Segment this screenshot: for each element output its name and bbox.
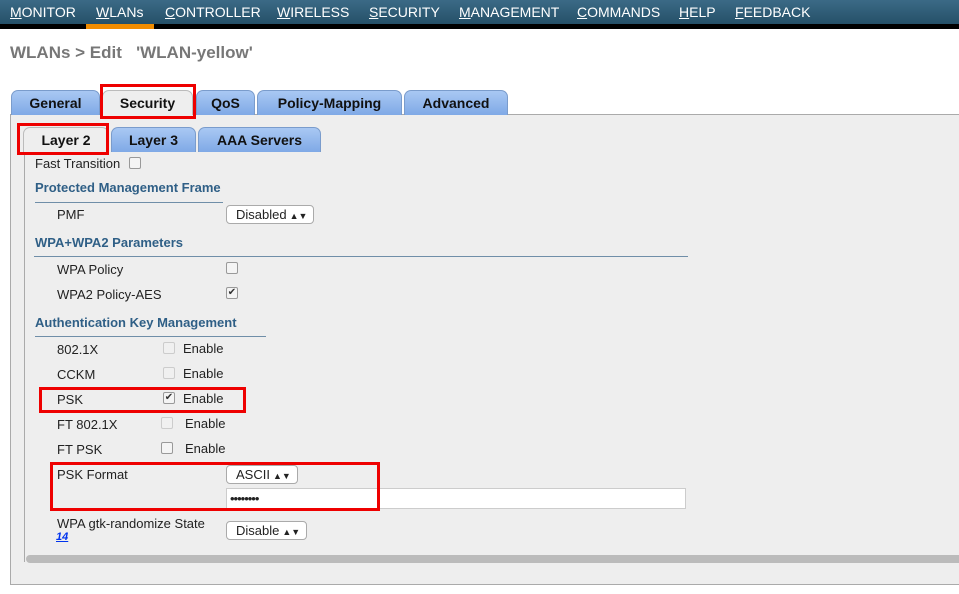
horizontal-scrollbar[interactable] xyxy=(26,555,959,563)
top-nav: MONITOR WLANs CONTROLLER WIRELESS SECURI… xyxy=(0,0,959,24)
highlight-psk-format xyxy=(50,462,380,511)
page-title: WLANs > Edit 'WLAN-yellow' xyxy=(10,43,253,62)
enable-label: Enable xyxy=(183,366,224,381)
nav-active-indicator xyxy=(86,24,154,29)
highlight-security-tab xyxy=(100,84,196,119)
divider xyxy=(35,202,223,203)
pmf-value: Disabled xyxy=(236,207,287,222)
divider xyxy=(35,336,266,337)
akm-ft-psk-checkbox[interactable] xyxy=(161,442,173,454)
akm-section-title: Authentication Key Management xyxy=(35,315,237,330)
tab-policy-mapping[interactable]: Policy-Mapping xyxy=(257,90,402,115)
wpa-policy-label: WPA Policy xyxy=(57,262,124,277)
gtk-randomize-select[interactable]: Disable ▲▼ xyxy=(226,521,308,540)
nav-feedback[interactable]: FEEDBACK xyxy=(735,4,810,20)
fast-transition-checkbox[interactable] xyxy=(129,157,141,169)
tab-general[interactable]: General xyxy=(11,90,100,115)
wpa2-policy-label: WPA2 Policy-AES xyxy=(57,287,162,302)
nav-commands[interactable]: COMMANDS xyxy=(577,4,660,20)
subtab-layer3[interactable]: Layer 3 xyxy=(111,127,196,152)
gtk-randomize-value: Disable xyxy=(236,523,280,538)
nav-help[interactable]: HELP xyxy=(679,4,716,20)
akm-cckm-label: CCKM xyxy=(57,367,96,382)
pmf-select[interactable]: Disabled ▲▼ xyxy=(226,205,315,224)
pmf-label: PMF xyxy=(57,207,85,222)
select-arrows-icon: ▲▼ xyxy=(282,527,301,537)
enable-label: Enable xyxy=(185,416,226,431)
fast-transition-label: Fast Transition xyxy=(35,156,121,171)
akm-ft-8021x-label: FT 802.1X xyxy=(57,417,118,432)
nav-wlans[interactable]: WLANs xyxy=(96,4,143,20)
nav-management[interactable]: MANAGEMENT xyxy=(459,4,559,20)
enable-label: Enable xyxy=(183,341,224,356)
footnote-link[interactable]: 14 xyxy=(56,531,68,543)
akm-ft-psk-label: FT PSK xyxy=(57,442,103,457)
akm-8021x-label: 802.1X xyxy=(57,342,99,357)
enable-label: Enable xyxy=(185,441,226,456)
tab-qos[interactable]: QoS xyxy=(196,90,255,115)
pmf-section-title: Protected Management Frame xyxy=(35,180,221,195)
divider xyxy=(34,256,688,257)
akm-ft-8021x-checkbox[interactable] xyxy=(161,417,173,429)
wpa-section-title: WPA+WPA2 Parameters xyxy=(35,235,183,250)
wpa-policy-checkbox[interactable] xyxy=(226,262,238,274)
highlight-psk xyxy=(39,387,246,413)
gtk-randomize-label: WPA gtk-randomize State xyxy=(57,516,205,531)
select-arrows-icon: ▲▼ xyxy=(289,211,308,221)
highlight-layer2-tab xyxy=(17,123,109,155)
nav-security[interactable]: SECURITY xyxy=(369,4,440,20)
nav-monitor[interactable]: MONITOR xyxy=(10,4,76,20)
akm-cckm-checkbox[interactable] xyxy=(163,367,175,379)
nav-wireless[interactable]: WIRELESS xyxy=(277,4,349,20)
akm-8021x-checkbox[interactable] xyxy=(163,342,175,354)
wpa2-policy-checkbox[interactable]: ✔ xyxy=(226,287,238,299)
tab-advanced[interactable]: Advanced xyxy=(404,90,508,115)
subtab-aaa-servers[interactable]: AAA Servers xyxy=(198,127,321,152)
nav-controller[interactable]: CONTROLLER xyxy=(165,4,261,20)
